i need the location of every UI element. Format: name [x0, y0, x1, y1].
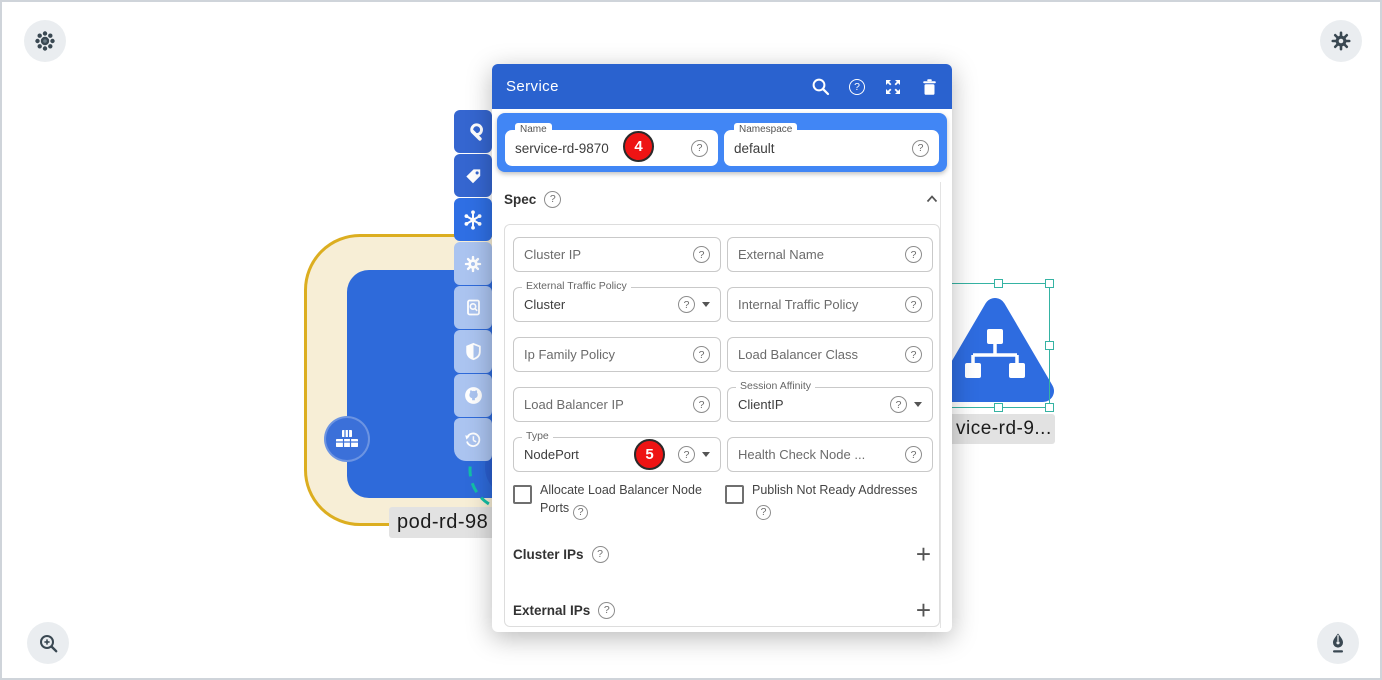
resize-handle[interactable] — [994, 279, 1003, 288]
load-balancer-ip-field[interactable]: Load Balancer IP — [513, 387, 721, 422]
health-check-node-port-field[interactable]: Health Check Node ... — [727, 437, 933, 472]
pod-name-label: pod-rd-98 — [389, 507, 509, 538]
collapse-chevron-up-icon[interactable] — [924, 192, 940, 206]
resize-handle[interactable] — [1045, 279, 1054, 288]
help-icon[interactable] — [573, 505, 588, 520]
resize-handle[interactable] — [994, 403, 1003, 412]
toolbar-item-security[interactable] — [454, 330, 492, 373]
allocate-lb-node-ports-checkbox-row: Allocate Load Balancer Node Ports — [513, 481, 719, 520]
help-icon[interactable] — [905, 296, 922, 313]
help-icon[interactable] — [693, 346, 710, 363]
history-icon — [463, 430, 483, 450]
containers-icon — [334, 427, 360, 451]
search-document-icon — [464, 298, 483, 317]
cluster-ip-field[interactable]: Cluster IP — [513, 237, 721, 272]
add-external-ip-button[interactable] — [916, 600, 931, 620]
ip-family-policy-field[interactable]: Ip Family Policy — [513, 337, 721, 372]
namespace-field[interactable]: Namespace default — [724, 130, 939, 166]
session-affinity-select[interactable]: Session Affinity ClientIP — [727, 387, 933, 422]
external-traffic-policy-select[interactable]: External Traffic Policy Cluster — [513, 287, 721, 322]
help-icon[interactable] — [905, 246, 922, 263]
zoom-button[interactable] — [27, 622, 69, 664]
dialog-header: Service — [492, 64, 952, 109]
network-hub-icon — [462, 209, 484, 231]
toolbar-item-wrench[interactable] — [454, 110, 492, 153]
gear-icon — [1330, 30, 1352, 52]
name-field-label: Name — [515, 123, 552, 136]
help-icon[interactable] — [691, 140, 708, 157]
dropdown-caret-icon[interactable] — [702, 302, 710, 307]
trash-icon[interactable] — [921, 78, 938, 96]
service-dialog: Service Name — [492, 64, 952, 632]
wrench-icon — [463, 122, 483, 142]
spec-fields-panel: Cluster IP External Name External Traffi… — [504, 224, 940, 627]
help-icon[interactable] — [849, 79, 865, 95]
menu-button[interactable] — [24, 20, 66, 62]
annotation-badge-5: 5 — [634, 439, 665, 470]
namespace-field-label: Namespace — [734, 123, 797, 136]
type-select[interactable]: Type NodePort 5 — [513, 437, 721, 472]
add-cluster-ip-button[interactable] — [916, 544, 931, 564]
help-icon[interactable] — [544, 191, 561, 208]
gear-icon — [463, 254, 483, 274]
help-icon[interactable] — [890, 396, 907, 413]
namespace-field-value: default — [734, 141, 912, 156]
external-ips-section: External IPs — [513, 600, 931, 620]
dropdown-caret-icon[interactable] — [702, 452, 710, 457]
pen-tool-button[interactable] — [1317, 622, 1359, 664]
help-icon[interactable] — [598, 602, 615, 619]
internal-traffic-policy-field[interactable]: Internal Traffic Policy — [727, 287, 933, 322]
external-name-field[interactable]: External Name — [727, 237, 933, 272]
resize-handle[interactable] — [1045, 341, 1054, 350]
dialog-title: Service — [506, 78, 811, 95]
spec-section-title: Spec — [504, 192, 536, 207]
name-field[interactable]: Name service-rd-9870 4 — [505, 130, 718, 166]
tag-icon — [463, 166, 483, 186]
kubernetes-diagram-editor: pod-rd-98 vice-rd-9... — [0, 0, 1382, 680]
dropdown-caret-icon[interactable] — [914, 402, 922, 407]
metadata-strip: Name service-rd-9870 4 Namespace default — [497, 113, 947, 172]
name-field-value: service-rd-9870 — [515, 141, 691, 156]
resize-handle[interactable] — [1045, 403, 1054, 412]
checkbox[interactable] — [725, 485, 744, 504]
publish-not-ready-addresses-checkbox-row: Publish Not Ready Addresses — [725, 481, 931, 520]
help-icon[interactable] — [592, 546, 609, 563]
help-icon[interactable] — [756, 505, 771, 520]
help-icon[interactable] — [678, 296, 695, 313]
selection-box — [946, 283, 1050, 408]
service-name-label: vice-rd-9... — [948, 414, 1055, 444]
help-icon[interactable] — [693, 396, 710, 413]
search-icon[interactable] — [811, 77, 830, 96]
checkbox[interactable] — [513, 485, 532, 504]
toolbar-item-settings[interactable] — [454, 242, 492, 285]
node-toolbar — [454, 110, 492, 461]
toolbar-item-network-hub[interactable] — [454, 198, 492, 241]
help-icon[interactable] — [905, 446, 922, 463]
help-icon[interactable] — [678, 446, 695, 463]
dialog-body: Spec Cluster IP External Name External T… — [492, 188, 952, 627]
help-icon[interactable] — [693, 246, 710, 263]
shield-icon — [464, 342, 483, 361]
annotation-badge-4: 4 — [623, 131, 654, 162]
toolbar-item-history[interactable] — [454, 418, 492, 461]
github-icon — [463, 385, 484, 406]
toolbar-item-search-resource[interactable] — [454, 286, 492, 329]
pen-nib-icon — [1327, 632, 1349, 654]
help-icon[interactable] — [905, 346, 922, 363]
cluster-ips-section: Cluster IPs — [513, 544, 931, 564]
container-badge[interactable] — [324, 416, 370, 462]
toolbar-item-github[interactable] — [454, 374, 492, 417]
expand-icon[interactable] — [884, 78, 902, 96]
load-balancer-class-field[interactable]: Load Balancer Class — [727, 337, 933, 372]
wheel-icon — [34, 30, 56, 52]
settings-button[interactable] — [1320, 20, 1362, 62]
toolbar-item-tag[interactable] — [454, 154, 492, 197]
help-icon[interactable] — [912, 140, 929, 157]
zoom-in-icon — [38, 633, 59, 654]
